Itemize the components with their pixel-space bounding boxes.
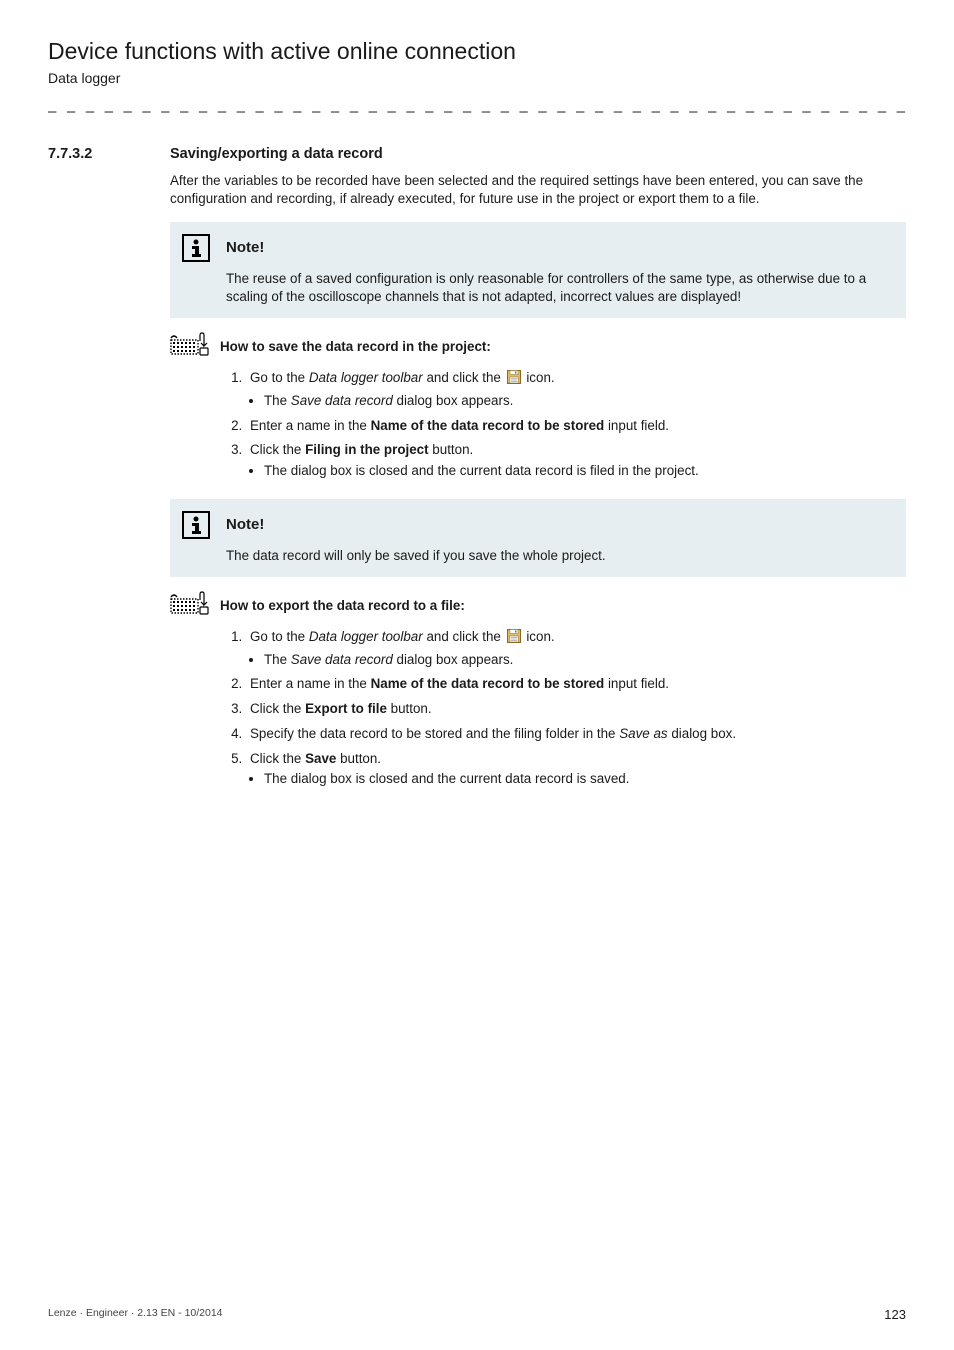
note-box: Note! The data record will only be saved… [170,499,906,577]
oscilloscope-icon [170,332,212,361]
howto-title: How to save the data record in the proje… [220,339,491,354]
list-item: Go to the Data logger toolbar and click … [246,628,906,670]
note-body: The reuse of a saved configuration is on… [226,270,890,306]
note-heading: Note! [226,239,264,256]
note-heading: Note! [226,516,264,533]
list-item: Click the Filing in the project button. … [246,441,906,481]
list-item: The Save data record dialog box appears. [264,651,906,670]
chapter-title: Device functions with active online conn… [48,38,906,66]
list-item: Click the Save button. The dialog box is… [246,750,906,790]
info-icon [182,511,210,539]
list-item: The dialog box is closed and the current… [264,770,906,789]
howto-title: How to export the data record to a file: [220,598,465,613]
list-item: Enter a name in the Name of the data rec… [246,417,906,436]
page-number: 123 [884,1307,906,1322]
chapter-subtitle: Data logger [48,70,906,86]
note-body: The data record will only be saved if yo… [226,547,890,565]
steps-list: Go to the Data logger toolbar and click … [222,369,906,481]
divider: – – – – – – – – – – – – – – – – – – – – … [48,104,906,120]
list-item: Enter a name in the Name of the data rec… [246,675,906,694]
footer-text: Lenze · Engineer · 2.13 EN - 10/2014 [48,1307,223,1322]
save-icon [507,629,521,649]
section-number: 7.7.3.2 [48,146,170,162]
steps-list: Go to the Data logger toolbar and click … [222,628,906,789]
list-item: Go to the Data logger toolbar and click … [246,369,906,411]
info-icon [182,234,210,262]
note-box: Note! The reuse of a saved configuration… [170,222,906,318]
list-item: Specify the data record to be stored and… [246,725,906,744]
intro-paragraph: After the variables to be recorded have … [170,172,906,208]
list-item: The dialog box is closed and the current… [264,462,906,481]
list-item: Click the Export to file button. [246,700,906,719]
save-icon [507,370,521,390]
list-item: The Save data record dialog box appears. [264,392,906,411]
oscilloscope-icon [170,591,212,620]
section-title: Saving/exporting a data record [170,146,383,162]
